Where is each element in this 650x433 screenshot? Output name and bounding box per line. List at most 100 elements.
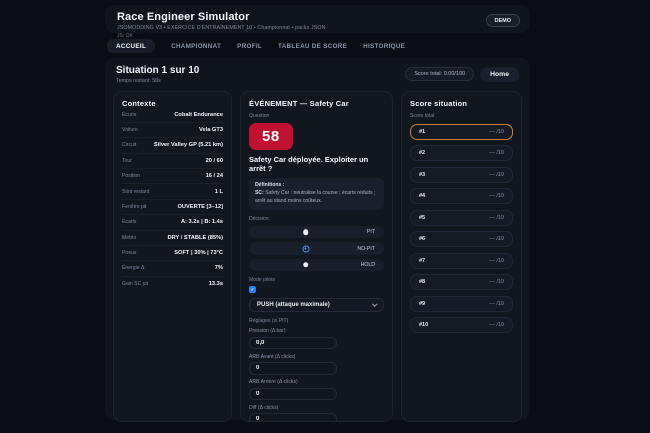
situation-title-block: Situation 1 sur 10 Temps restant: 58s <box>116 65 199 84</box>
context-row: Voiture Vela GT3 <box>122 123 223 138</box>
tab-accueil[interactable]: ACCUEIL <box>107 39 155 53</box>
context-row: Énergie Δ 7% <box>122 261 223 276</box>
context-value: Cobalt Endurance <box>174 112 223 118</box>
definitions-title: Définitions : <box>255 182 284 188</box>
js-status-text: JS: OK <box>117 33 518 39</box>
header-text-block: Race Engineer Simulator JSOMODDING V3 • … <box>117 11 518 39</box>
score-item-label: #4 <box>419 193 425 199</box>
context-row: Stint restant 1 L <box>122 184 223 199</box>
context-label: Position <box>122 173 140 179</box>
score-item-value: — /10 <box>489 236 504 242</box>
score-item-7: #7 — /10 <box>410 253 513 269</box>
context-value: OUVERTE [3–12] <box>177 204 223 210</box>
pressure-input[interactable] <box>249 337 337 350</box>
tab-tableau-de-score[interactable]: TABLEAU DE SCORE <box>278 43 347 50</box>
score-item-8: #8 — /10 <box>410 274 513 290</box>
app-title: Race Engineer Simulator <box>117 11 518 23</box>
event-title: ÉVÉNEMENT — Safety Car <box>249 99 384 108</box>
context-label: Écurie <box>122 112 136 118</box>
tab-historique[interactable]: HISTORIQUE <box>363 43 405 50</box>
score-item-value: — /10 <box>489 215 504 221</box>
score-item-1: #1 — /10 <box>410 124 513 140</box>
situation-card: Situation 1 sur 10 Temps restant: 58s Sc… <box>105 58 530 420</box>
context-value: 16 / 24 <box>206 173 223 179</box>
decision-option-label: NO-PIT <box>357 246 375 252</box>
radio-icon <box>303 262 309 268</box>
score-panel: Score situation Score total #1 — /10 #2 … <box>401 91 522 422</box>
diff-input[interactable] <box>249 413 337 421</box>
context-row: Position 16 / 24 <box>122 169 223 184</box>
score-item-label: #6 <box>419 236 425 242</box>
score-total-pill: Score total: 0.00/100 <box>405 67 474 81</box>
arb-front-field-label: ARB Avant (Δ clicks) <box>249 354 384 360</box>
context-value: 13.3s <box>209 281 223 287</box>
score-item-9: #9 — /10 <box>410 296 513 312</box>
context-value: 20 / 60 <box>206 158 223 164</box>
context-label: Stint restant <box>122 189 149 195</box>
score-panel-title: Score situation <box>410 99 513 108</box>
score-item-value: — /10 <box>489 279 504 285</box>
score-item-value: — /10 <box>489 301 504 307</box>
context-label: Météo <box>122 235 136 241</box>
score-item-label: #10 <box>419 322 428 328</box>
pilot-mode-checkbox[interactable] <box>249 286 256 293</box>
tab-profil[interactable]: PROFIL <box>237 43 262 50</box>
time-remaining: Temps restant: 58s <box>116 78 199 84</box>
definitions-text: Safety Car : neutralise la course ; écar… <box>255 190 375 204</box>
context-row: Fenêtre pit OUVERTE [3–12] <box>122 200 223 215</box>
score-total-label: Score total <box>410 113 513 119</box>
context-label: Voiture <box>122 127 138 133</box>
score-item-value: — /10 <box>489 172 504 178</box>
arb-rear-input[interactable] <box>249 388 337 401</box>
context-panel: Contexte Écurie Cobalt Endurance Voiture… <box>113 91 232 422</box>
score-item-label: #2 <box>419 150 425 156</box>
score-item-value: — /10 <box>489 150 504 156</box>
question-label: Question <box>249 113 384 119</box>
context-value: A: 3.2s | B: 1.4s <box>181 219 223 225</box>
score-item-value: — /10 <box>489 322 504 328</box>
settings-label: Réglages (si PIT) <box>249 318 384 324</box>
context-row: Gain SC pit 13.3s <box>122 277 223 291</box>
decision-label: Décision <box>249 216 384 222</box>
score-item-10: #10 — /10 <box>410 317 513 333</box>
countdown-timer: 58 <box>249 123 293 150</box>
decision-option-no-pit[interactable]: NO-PIT <box>249 242 384 255</box>
decision-option-hold[interactable]: HOLD <box>249 259 384 272</box>
decision-option-pit[interactable]: PIT <box>249 226 384 239</box>
app-root: Race Engineer Simulator JSOMODDING V3 • … <box>105 5 530 420</box>
context-row: Écurie Cobalt Endurance <box>122 108 223 123</box>
situation-header: Situation 1 sur 10 Temps restant: 58s Sc… <box>113 65 522 84</box>
context-row: Écarts A: 3.2s | B: 1.4s <box>122 215 223 230</box>
context-label: Pneus <box>122 250 136 256</box>
context-label: Fenêtre pit <box>122 204 146 210</box>
context-value: DRY / STABLE (85%) <box>167 235 223 241</box>
context-value: 1 L <box>215 189 223 195</box>
pilot-mode-select[interactable]: PUSH (attaque maximale) <box>249 298 384 312</box>
event-panel: ÉVÉNEMENT — Safety Car Question 58 Safet… <box>240 91 393 422</box>
home-button[interactable]: Home <box>480 67 519 82</box>
context-row: Météo DRY / STABLE (85%) <box>122 231 223 246</box>
score-item-label: #8 <box>419 279 425 285</box>
app-header: Race Engineer Simulator JSOMODDING V3 • … <box>105 5 530 33</box>
chevron-down-icon <box>372 301 377 306</box>
radio-icon <box>303 229 309 235</box>
pilot-mode-label: Mode pilote <box>249 277 384 283</box>
tab-championnat[interactable]: CHAMPIONNAT <box>171 43 221 50</box>
score-item-value: — /10 <box>489 258 504 264</box>
score-item-6: #6 — /10 <box>410 231 513 247</box>
context-row: Pneus SOFT | 30% | 73°C <box>122 246 223 261</box>
pressure-field-label: Pression (Δ bar) <box>249 328 384 334</box>
context-label: Tour <box>122 158 132 164</box>
context-value: Vela GT3 <box>199 127 223 133</box>
context-title: Contexte <box>122 99 223 108</box>
decision-option-label: PIT <box>367 229 375 235</box>
question-text: Safety Car déployée. Exploiter un arrêt … <box>249 155 384 173</box>
pilot-mode-selected-value: PUSH (attaque maximale) <box>257 302 330 308</box>
score-item-5: #5 — /10 <box>410 210 513 226</box>
context-value: 7% <box>215 265 223 271</box>
arb-front-input[interactable] <box>249 362 337 375</box>
context-row: Tour 20 / 60 <box>122 154 223 169</box>
diff-field-label: Diff (Δ clicks) <box>249 405 384 411</box>
app-subtitle: JSOMODDING V3 • EXERCICE D'ENTRAÎNEMENT … <box>117 25 518 31</box>
context-label: Écarts <box>122 219 136 225</box>
